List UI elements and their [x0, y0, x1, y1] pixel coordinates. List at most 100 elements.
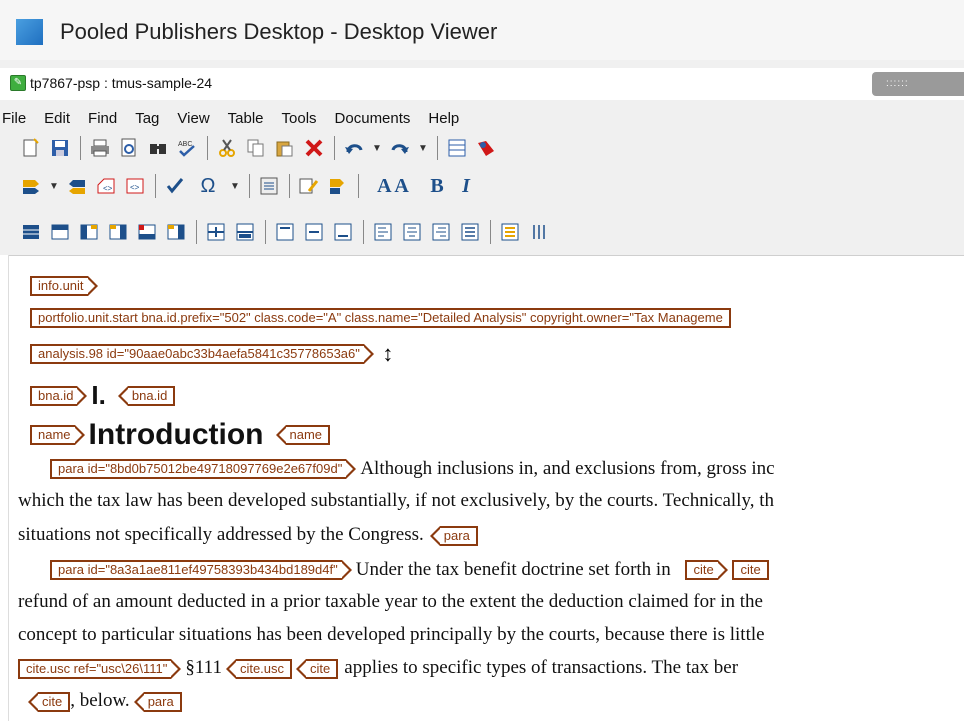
para1-text-start: Although inclusions in, and exclusions f…	[360, 457, 775, 479]
delete-icon[interactable]	[303, 137, 325, 159]
table-icon[interactable]	[446, 137, 468, 159]
tag-name-close[interactable]: name	[275, 425, 331, 445]
insert-after-icon[interactable]	[66, 175, 88, 197]
insert-element-dropdown-icon[interactable]: ▼	[49, 175, 59, 197]
merge-icon[interactable]	[234, 221, 256, 243]
menu-help[interactable]: Help	[428, 110, 459, 127]
para1-line2: which the tax law has been developed sub…	[18, 490, 775, 511]
tag-para2-close[interactable]: para	[133, 691, 182, 712]
tag-bna-id-open[interactable]: bna.id	[30, 385, 88, 406]
table-insert-icon[interactable]	[20, 221, 42, 243]
align-center-icon[interactable]	[401, 221, 423, 243]
toolbar-separator	[358, 174, 359, 198]
tag-cite-usc-close[interactable]: cite.usc	[225, 658, 293, 679]
document-bar: ✎ tp7867-psp : tmus-sample-24 ::::::	[0, 68, 964, 100]
tag-cite-open-2[interactable]: cite	[732, 559, 769, 580]
cut-icon[interactable]	[216, 137, 238, 159]
format-icon[interactable]	[258, 175, 280, 197]
menu-edit[interactable]: Edit	[44, 110, 70, 127]
tag-bna-id-close[interactable]: bna.id	[117, 385, 176, 406]
columns-icon[interactable]	[528, 221, 550, 243]
insert-element-icon[interactable]	[20, 175, 42, 197]
print-icon[interactable]	[89, 137, 111, 159]
tag-analysis[interactable]: analysis.98 id="90aae0abc33b4aefa5841c35…	[30, 344, 374, 364]
bold-tag-icon[interactable]	[327, 175, 349, 197]
para2-line1: para id="8a3a1ae811ef49758393b434bd189d4…	[50, 558, 769, 581]
align-top-icon[interactable]	[274, 221, 296, 243]
para1-text-end: situations not specifically addressed by…	[18, 524, 424, 545]
tag-para1-open[interactable]: para id="8bd0b75012be49718097769e2e67f09…	[50, 458, 357, 479]
insert-image-icon[interactable]: <>	[95, 175, 117, 197]
svg-text:<>: <>	[130, 183, 140, 192]
spellcheck-icon[interactable]: ABC	[176, 137, 198, 159]
table-row2-icon[interactable]	[136, 221, 158, 243]
table-merge-icon[interactable]	[165, 221, 187, 243]
paste-icon[interactable]	[274, 137, 296, 159]
special-char-dropdown-icon[interactable]: ▼	[230, 175, 240, 197]
para1-line1: para id="8bd0b75012be49718097769e2e67f09…	[50, 457, 775, 480]
toolbar-separator	[490, 220, 491, 244]
font-size-icon[interactable]: A A	[367, 175, 419, 197]
align-middle-icon[interactable]	[303, 221, 325, 243]
document-edit-icon: ✎	[10, 75, 26, 91]
app-icon	[16, 19, 43, 45]
toolbar-separator	[249, 174, 250, 198]
tag-line-analysis: analysis.98 id="90aae0abc33b4aefa5841c35…	[30, 341, 393, 367]
menu-bar: File Edit Find Tag View Table Tools Docu…	[0, 104, 964, 132]
list-icon[interactable]	[499, 221, 521, 243]
section-ref: §111	[185, 657, 222, 678]
para2-line4-text: applies to specific types of transaction…	[344, 657, 739, 678]
menu-tools[interactable]: Tools	[282, 110, 317, 127]
toolbar-standard: ABC ▼ ▼	[20, 133, 504, 163]
copy-icon[interactable]	[245, 137, 267, 159]
tag-para1-close[interactable]: para	[429, 525, 478, 546]
toolbar-separator	[334, 136, 335, 160]
special-char-icon[interactable]: Ω	[193, 175, 223, 197]
tag-name-open[interactable]: name	[30, 425, 84, 445]
align-bottom-icon[interactable]	[332, 221, 354, 243]
redo-dropdown-icon[interactable]: ▼	[418, 137, 428, 159]
tag-cite-open[interactable]: cite	[685, 559, 729, 580]
undo-icon[interactable]	[343, 137, 365, 159]
undo-dropdown-icon[interactable]: ▼	[372, 137, 382, 159]
app-window: Pooled Publishers Desktop - Desktop View…	[0, 0, 964, 721]
tag-info-unit[interactable]: info.unit	[30, 276, 98, 296]
edit-attr-icon[interactable]	[298, 175, 320, 197]
toolbar-table	[20, 217, 557, 247]
section-numeral: I.	[91, 380, 106, 410]
split-icon[interactable]	[205, 221, 227, 243]
table-row-icon[interactable]	[49, 221, 71, 243]
numeral-line: bna.id I. bna.id	[30, 380, 176, 411]
tag-portfolio-unit-start[interactable]: portfolio.unit.start bna.id.prefix="502"…	[30, 308, 731, 328]
table-col2-icon[interactable]	[107, 221, 129, 243]
check-icon[interactable]	[164, 175, 186, 197]
para2-line3: concept to particular situations has bee…	[18, 624, 765, 645]
tag-para2-open[interactable]: para id="8a3a1ae811ef49758393b434bd189d4…	[50, 559, 352, 580]
italic-icon[interactable]: I	[455, 175, 477, 197]
tag-cite-usc-open[interactable]: cite.usc ref="usc\26\111"	[18, 658, 182, 679]
bold-icon[interactable]: B	[426, 175, 448, 197]
table-col-icon[interactable]	[78, 221, 100, 243]
tag-cite-close[interactable]: cite	[295, 658, 339, 679]
save-icon[interactable]	[49, 137, 71, 159]
justify-icon[interactable]	[459, 221, 481, 243]
para2-line2: refund of an amount deducted in a prior …	[18, 591, 763, 612]
panel-grip-handle[interactable]: ::::::	[872, 72, 964, 96]
tag-cite-close-2[interactable]: cite	[27, 691, 71, 712]
insert-link-icon[interactable]: <>	[124, 175, 146, 197]
menu-tag[interactable]: Tag	[135, 110, 159, 127]
new-doc-icon[interactable]	[20, 137, 42, 159]
menu-table[interactable]: Table	[228, 110, 264, 127]
align-left-icon[interactable]	[372, 221, 394, 243]
print-preview-icon[interactable]	[118, 137, 140, 159]
tag-color-icon[interactable]	[475, 137, 497, 159]
section-heading: Introduction	[88, 418, 264, 451]
align-right-icon[interactable]	[430, 221, 452, 243]
menu-file[interactable]: File	[2, 110, 26, 127]
redo-icon[interactable]	[389, 137, 411, 159]
menu-documents[interactable]: Documents	[335, 110, 411, 127]
find-icon[interactable]	[147, 137, 169, 159]
svg-text:ABC: ABC	[178, 141, 192, 148]
menu-view[interactable]: View	[177, 110, 209, 127]
menu-find[interactable]: Find	[88, 110, 117, 127]
